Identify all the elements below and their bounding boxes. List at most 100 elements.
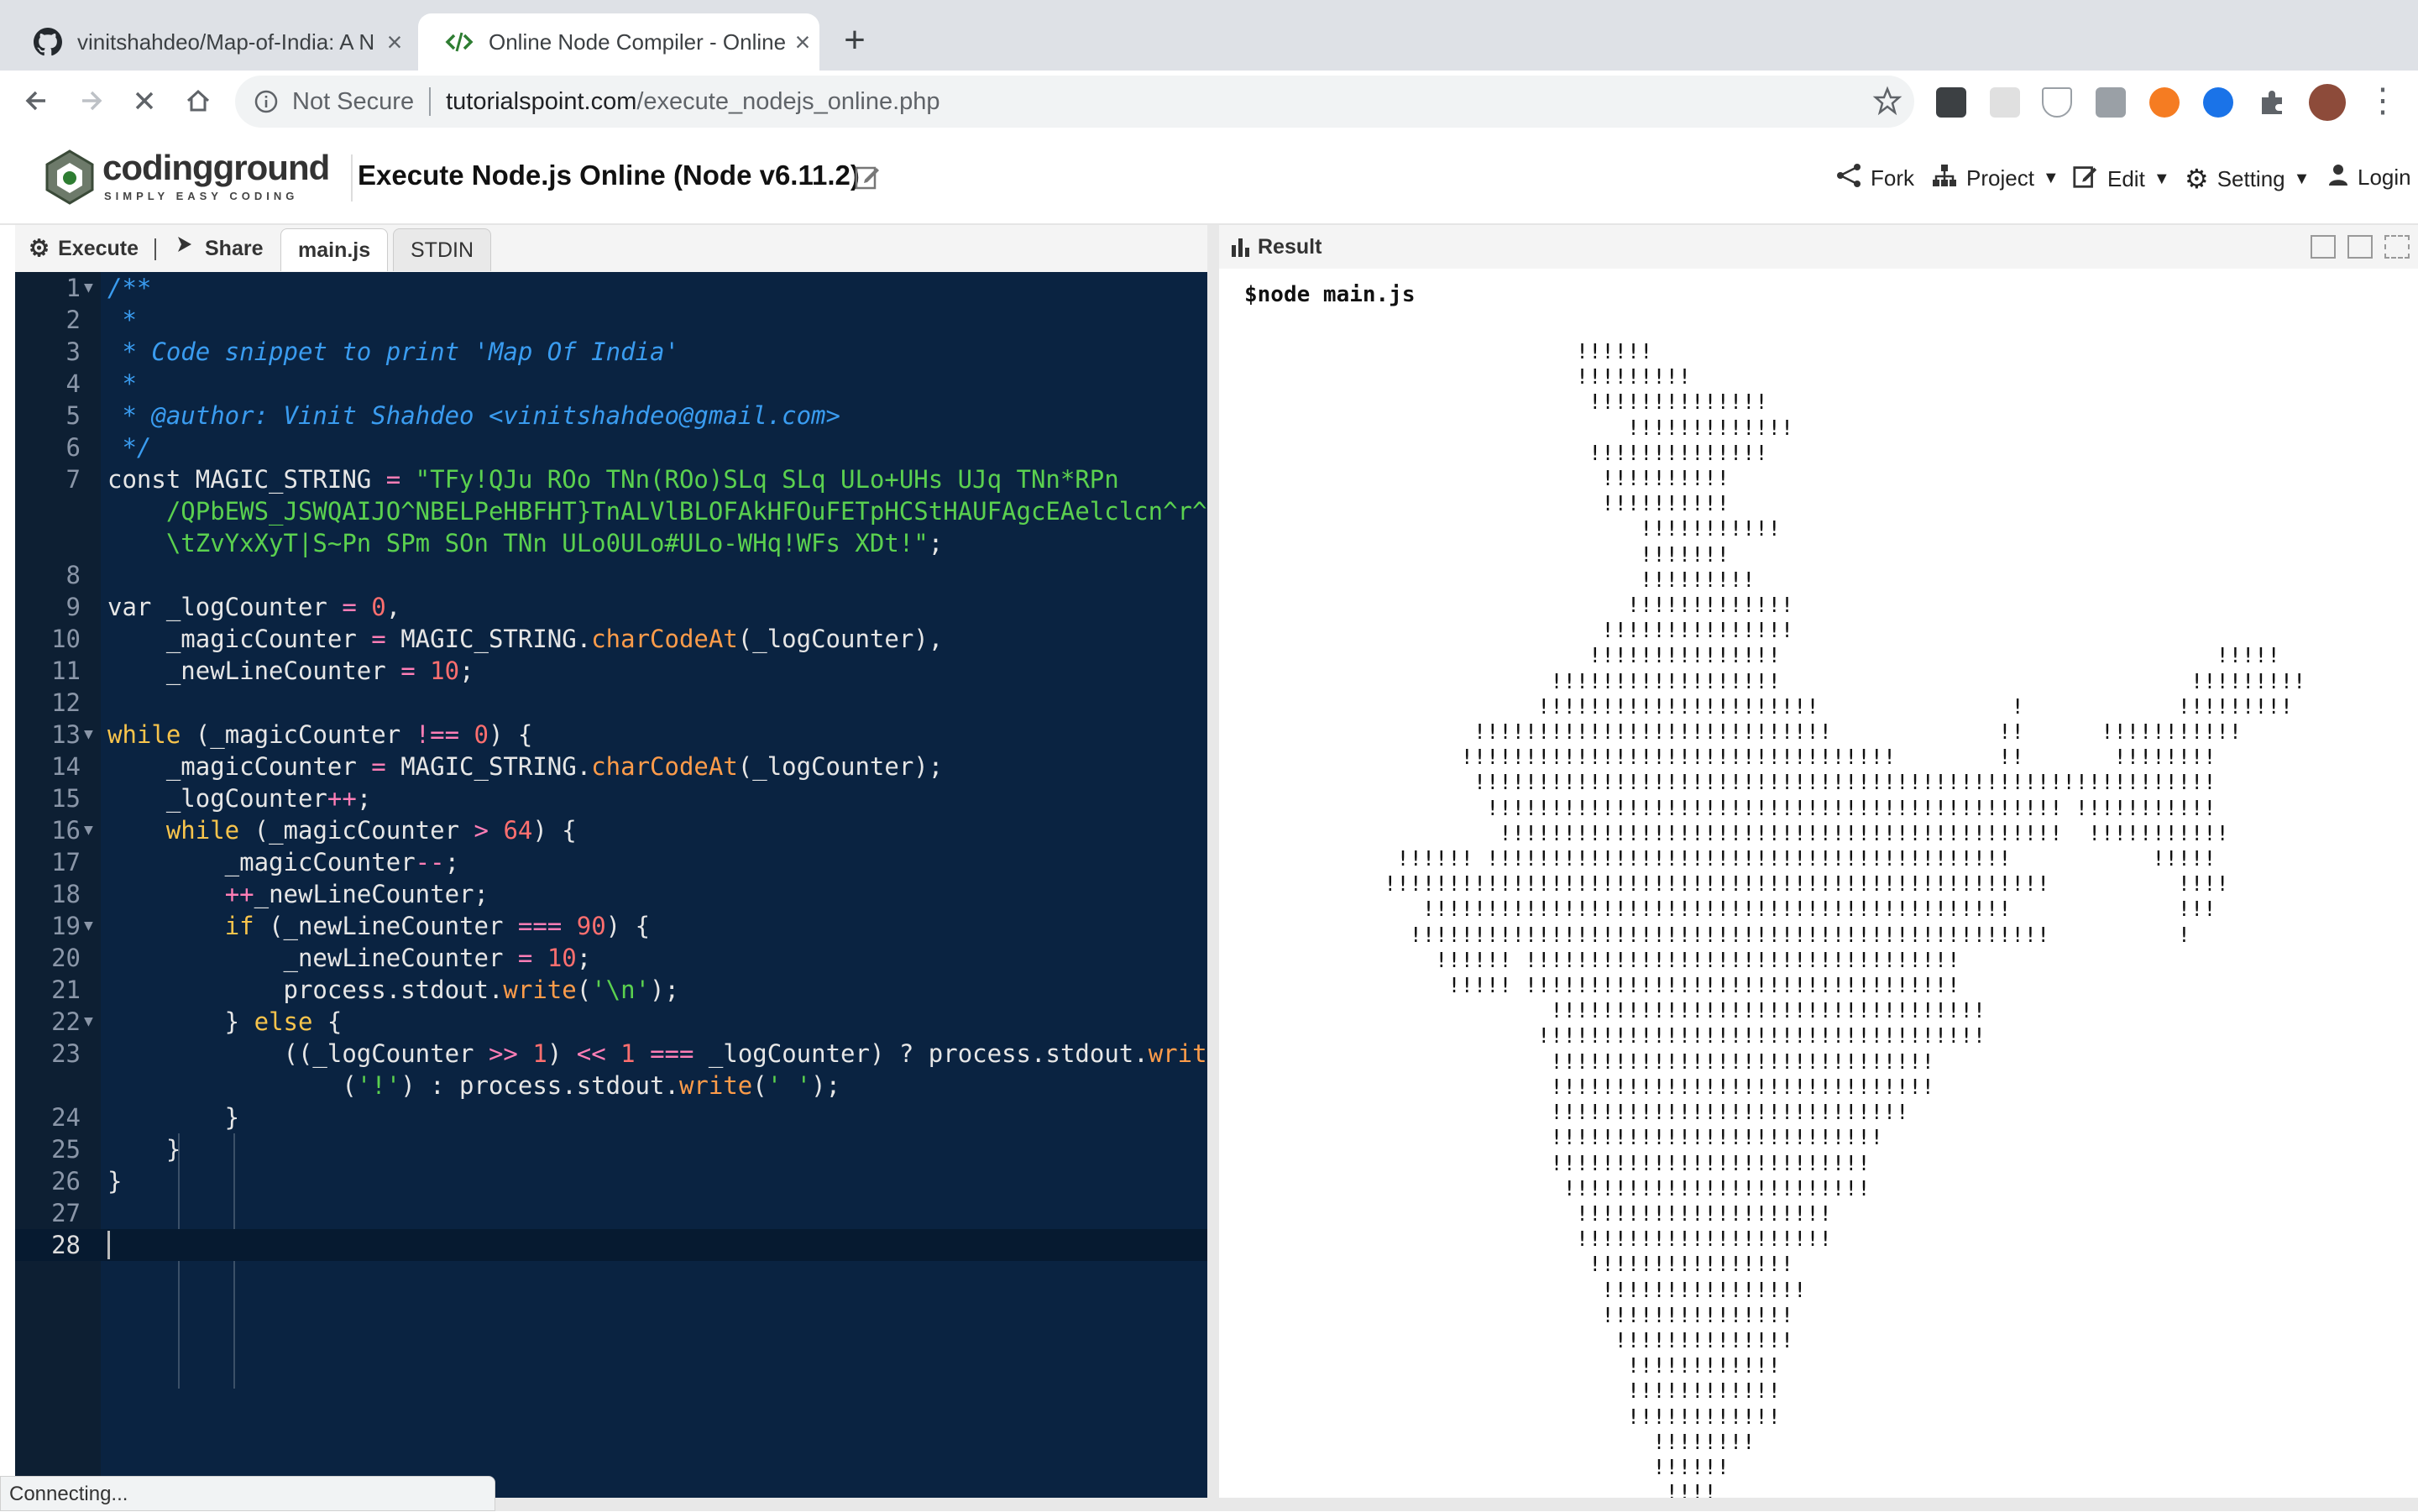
code-line: 19 ▼ if (_newLineCounter === 90) { [51,912,651,940]
gear-icon: ⚙ [2185,164,2209,194]
collapse-icon[interactable] [2311,235,2336,259]
new-tab-button[interactable]: + [831,17,878,64]
stop-loading-icon[interactable] [123,79,166,123]
code-line: 4 * [65,369,137,398]
fork-button[interactable]: Fork [1835,163,1914,194]
caret-down-icon: ▼ [2293,169,2311,188]
extension-briefcase-icon[interactable] [2096,87,2126,118]
setting-menu[interactable]: ⚙ Setting ▼ [2185,163,2310,195]
code-line: 24 } [51,1103,240,1132]
url-domain: tutorialspoint.com [446,87,637,115]
code-line: 18 ++_newLineCounter; [51,880,489,908]
result-title: Result [1258,235,1322,259]
back-arrow-icon[interactable] [15,79,59,123]
close-icon[interactable]: × [378,27,411,58]
code-line: 6 */ [65,433,152,462]
project-menu[interactable]: Project ▼ [1931,163,2059,194]
result-header: Result [1219,225,2418,269]
code-line: 14 _magicCounter = MAGIC_STRING.charCode… [51,752,944,781]
code-line: 12 [51,688,81,717]
edit-title-icon[interactable] [853,163,882,196]
forward-arrow-icon[interactable] [69,79,113,123]
command-line: $node main.js [1244,282,1416,307]
sitemap-icon [1931,163,1958,194]
logo-tagline: SIMPLY EASY CODING [104,190,299,202]
browser-tab-compiler[interactable]: Online Node Compiler - Online × [418,13,819,71]
code-line: 20 _newLineCounter = 10; [51,944,592,972]
execute-button[interactable]: ⚙ Execute [29,225,139,272]
gears-icon: ⚙ [29,235,50,261]
extension-grid-icon[interactable] [1990,87,2020,118]
code-line: 21 process.stdout.write('\n'); [51,976,679,1004]
logo-wordmark[interactable]: codingground [102,148,330,188]
tab-title: vinitshahdeo/Map-of-India: A N [77,29,375,55]
code-line: 17 _magicCounter--; [51,848,460,876]
extension-shield-icon[interactable] [2042,87,2072,118]
result-output-panel: $node main.js !!!!!! !!!!!!!!! !!!!!!!!!… [1219,269,2418,1504]
bar-chart-icon [1229,235,1253,263]
browser-tab-github[interactable]: vinitshahdeo/Map-of-India: A N × [7,13,411,71]
browser-tab-strip: vinitshahdeo/Map-of-India: A N × Online … [0,0,2418,71]
code-line: 23 ((_logCounter >> 1) << 1 === _logCoun… [51,1039,1222,1068]
address-bar[interactable]: Not Secure tutorialspoint.com/execute_no… [235,76,1914,128]
caret-down-icon: ▼ [2153,170,2170,188]
extension-orange-icon[interactable] [2149,87,2180,118]
home-icon[interactable] [176,79,220,123]
caret-down-icon: ▼ [2042,169,2059,187]
edit-icon [2072,163,2099,196]
code-line: 25 } [51,1135,181,1164]
login-link[interactable]: Login [2327,163,2411,192]
tab-stdin[interactable]: STDIN [393,228,491,271]
share-button[interactable]: Share [175,225,263,272]
github-icon [34,28,62,56]
site-header: codingground SIMPLY EASY CODING Execute … [0,133,2418,225]
code-line: 7 const MAGIC_STRING = "TFy!QJu ROo TNn(R… [65,465,1119,494]
extension-dots-icon[interactable] [1936,87,1966,118]
divider [351,154,353,201]
close-icon[interactable]: × [786,27,819,58]
code-line: 1 ▼/** [65,274,152,302]
code-line: 3 * Code snippet to print 'Map Of India' [65,337,679,366]
status-bar: Connecting... [0,1476,495,1511]
page-title: Execute Node.js Online (Node v6.11.2) [358,160,860,191]
code-line: 2 * [65,306,137,334]
star-icon[interactable] [1872,86,1902,123]
code-line: 9 var _logCounter = 0, [65,593,401,621]
code-line: 22 ▼ } else { [51,1007,343,1036]
url-path: /execute_nodejs_online.php [636,87,940,115]
code-line: 26} [51,1167,123,1195]
code-line: /QPbEWS_JSWQAIJO^NBELPeHBFHT}TnALVlBLOFA… [107,497,1237,526]
not-secure-label: Not Secure [292,87,415,115]
code-line-current: 28 [15,1229,1207,1261]
codingground-logo-icon[interactable] [40,148,99,207]
code-line: 27 [51,1199,81,1227]
edit-menu[interactable]: Edit ▼ [2072,163,2170,196]
puzzle-extensions-icon[interactable] [2257,87,2287,118]
code-line: 10 _magicCounter = MAGIC_STRING.charCode… [51,625,944,653]
tab-main-js[interactable]: main.js [280,228,389,271]
divider [154,238,156,260]
tab-title: Online Node Compiler - Online [489,29,786,55]
user-icon [2327,163,2349,192]
divider [429,87,432,116]
kebab-menu-icon[interactable]: ⋮ [2361,79,2405,123]
fullscreen-icon[interactable] [2384,235,2410,259]
code-line: 15 _logCounter++; [51,784,372,813]
panel-splitter[interactable] [1207,225,1219,1498]
code-line: ('!') : process.stdout.write(' '); [107,1071,841,1100]
code-line: 13 ▼ while (_magicCounter !== 0) { [51,720,533,749]
code-brackets-icon [445,28,474,56]
code-line: 5 * @author: Vinit Shahdeo <vinitshahdeo… [65,401,840,430]
editor-toolbar: ⚙ Execute Share main.js STDIN [15,225,1207,273]
program-output: !!!!!! !!!!!!!!! !!!!!!!!!!!!!! !!!!!!!!… [1384,339,2306,1505]
share-nodes-icon [1835,163,1862,194]
share-arrow-icon [175,225,196,272]
code-editor[interactable]: 1 ▼/** 2 * 3 * Code snippet to print 'Map… [15,272,1237,1498]
browser-toolbar: Not Secure tutorialspoint.com/execute_no… [0,71,2418,133]
avatar[interactable] [2309,84,2346,121]
code-line: 16 ▼ while (_magicCounter > 64) { [51,816,577,845]
info-icon[interactable] [252,87,280,116]
code-line: \tZvYxXyT|S~Pn SPm SOn TNn ULo0ULo#ULo-W… [107,529,944,557]
restore-icon[interactable] [2347,235,2373,259]
extension-grammarly-icon[interactable] [2203,87,2233,118]
